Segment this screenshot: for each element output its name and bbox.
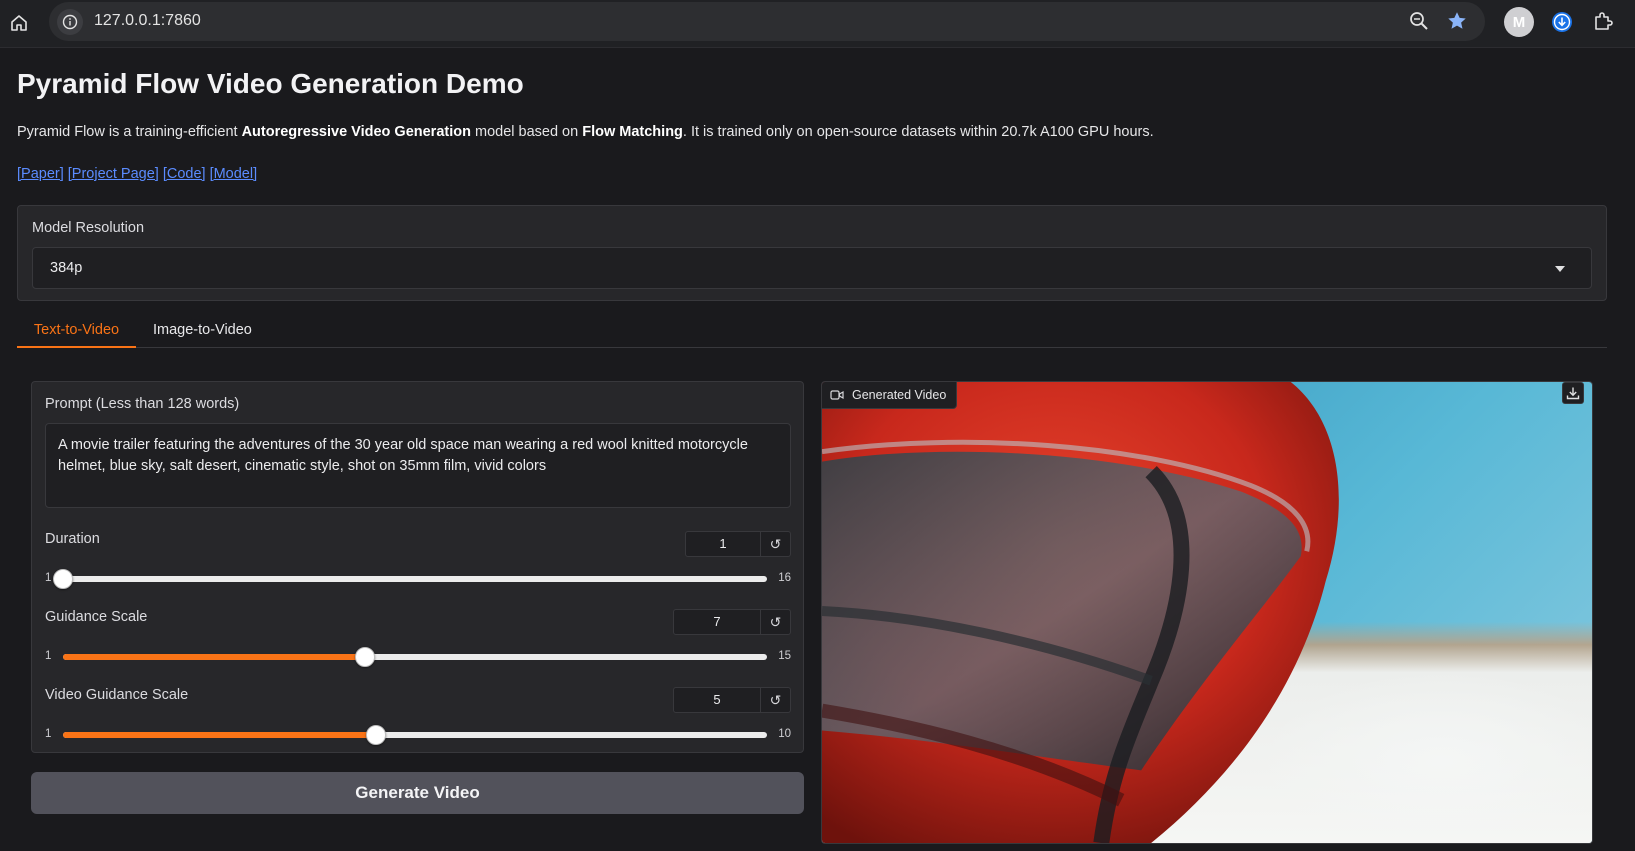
prompt-textarea[interactable]: A movie trailer featuring the adventures…: [45, 423, 791, 508]
duration-reset-icon[interactable]: ↺: [761, 531, 791, 557]
zoom-icon[interactable]: [1408, 10, 1430, 37]
guidance-scale-reset-icon[interactable]: ↺: [761, 609, 791, 635]
guidance-scale-slider-fill: [63, 654, 365, 660]
bookmark-star-icon[interactable]: [1446, 10, 1468, 37]
video-frame-helmet: [822, 382, 1339, 843]
model-resolution-dropdown[interactable]: 384p: [32, 247, 1592, 289]
chevron-down-icon: [1555, 266, 1565, 272]
site-info-icon[interactable]: [57, 9, 83, 35]
video-guidance-scale-max: 10: [778, 728, 791, 740]
mode-tabs: Text-to-Video Image-to-Video: [17, 316, 1607, 348]
guidance-scale-slider-thumb[interactable]: [354, 647, 375, 667]
duration-max: 16: [778, 572, 791, 584]
browser-toolbar: 127.0.0.1:7860 M: [0, 0, 1635, 48]
profile-avatar[interactable]: M: [1504, 7, 1534, 37]
video-guidance-scale-number-input[interactable]: 5: [673, 687, 761, 713]
video-guidance-scale-slider-thumb[interactable]: [365, 725, 386, 745]
download-icon[interactable]: [1549, 9, 1575, 35]
guidance-scale-slider[interactable]: [63, 647, 767, 667]
duration-min: 1: [45, 572, 52, 584]
video-camera-icon: [830, 390, 844, 400]
generated-video-label: Generated Video: [822, 382, 958, 409]
video-guidance-scale-min: 1: [45, 728, 52, 740]
resource-links: [Paper] [Project Page] [Code] [Model]: [17, 166, 261, 182]
video-guidance-scale-slider[interactable]: [63, 725, 767, 745]
tab-image-to-video[interactable]: Image-to-Video: [153, 322, 252, 338]
video-guidance-scale-slider-block: Video Guidance Scale 5 ↺ 1 10: [45, 687, 791, 757]
guidance-scale-slider-block: Guidance Scale 7 ↺ 1 15: [45, 609, 791, 679]
generated-video-panel: Generated Video: [821, 381, 1593, 844]
video-guidance-scale-reset-icon[interactable]: ↺: [761, 687, 791, 713]
model-resolution-panel: Model Resolution 384p: [17, 205, 1607, 301]
duration-slider-block: Duration 1 ↺ 1 16: [45, 531, 791, 601]
code-link[interactable]: [Code]: [163, 166, 206, 182]
generate-video-button[interactable]: Generate Video: [31, 772, 804, 814]
page-description: Pyramid Flow is a training-efficient Aut…: [17, 124, 1154, 140]
guidance-scale-number-input[interactable]: 7: [673, 609, 761, 635]
controls-panel: Prompt (Less than 128 words) A movie tra…: [31, 381, 804, 753]
duration-slider[interactable]: [53, 569, 767, 589]
guidance-scale-min: 1: [45, 650, 52, 662]
video-download-icon[interactable]: [1562, 382, 1584, 404]
duration-number-input[interactable]: 1: [685, 531, 761, 557]
prompt-label: Prompt (Less than 128 words): [45, 396, 240, 412]
paper-link[interactable]: [Paper]: [17, 166, 64, 182]
model-link[interactable]: [Model]: [210, 166, 258, 182]
extensions-icon[interactable]: [1592, 9, 1618, 35]
project-page-link[interactable]: [Project Page]: [68, 166, 159, 182]
guidance-scale-max: 15: [778, 650, 791, 662]
address-bar[interactable]: 127.0.0.1:7860: [49, 2, 1485, 41]
home-icon[interactable]: [6, 10, 32, 36]
page-title: Pyramid Flow Video Generation Demo: [17, 68, 524, 99]
video-guidance-scale-label: Video Guidance Scale: [45, 687, 189, 703]
guidance-scale-label: Guidance Scale: [45, 609, 148, 625]
model-resolution-value: 384p: [50, 260, 83, 276]
model-resolution-label: Model Resolution: [32, 220, 145, 236]
video-guidance-scale-slider-fill: [63, 732, 376, 738]
duration-label: Duration: [45, 531, 100, 547]
duration-slider-thumb[interactable]: [53, 569, 73, 589]
tab-text-to-video[interactable]: Text-to-Video: [17, 322, 136, 348]
generated-video-label-text: Generated Video: [852, 388, 947, 402]
url-text[interactable]: 127.0.0.1:7860: [94, 12, 201, 30]
